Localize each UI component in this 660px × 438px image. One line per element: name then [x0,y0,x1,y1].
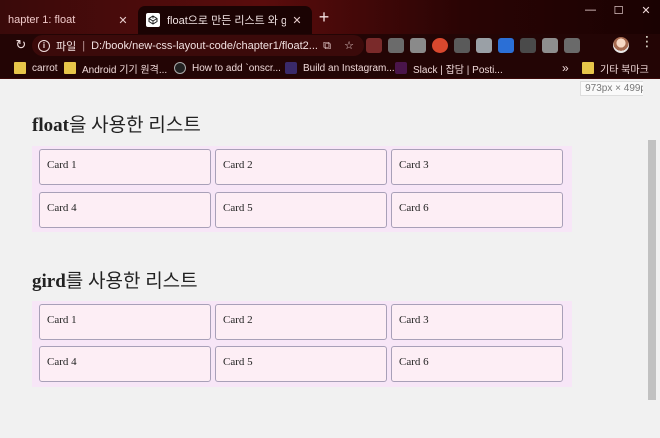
slack-icon [395,62,407,74]
extension-icon[interactable] [454,38,470,53]
extension-icon[interactable] [498,38,514,53]
bookmark-label: carrot [32,62,58,74]
card: Card 4 [39,192,211,228]
grid-list: Card 1 Card 2 Card 3 Card 4 Card 5 Card … [32,301,572,387]
extension-icon[interactable] [542,38,558,53]
card: Card 6 [391,346,563,382]
float-list: Card 1 Card 2 Card 3 Card 4 Card 5 Card … [32,146,572,232]
card: Card 4 [39,346,211,382]
extension-icon[interactable] [432,38,448,53]
heading-keyword: float [32,115,69,136]
extension-icon[interactable] [564,38,580,53]
new-tab-button[interactable]: + [316,8,332,27]
extension-icon[interactable] [366,38,382,53]
window-close-button[interactable]: ✕ [632,0,660,20]
page-viewport: 973px × 499px float을 사용한 리스트 Card 1 Card… [0,80,660,438]
bookmarks-bar: carrot Android 기기 원격... How to add `onsc… [0,57,660,79]
tab-strip: hapter 1: float ✕ float으로 만든 리스트 와 grid로… [0,0,660,34]
close-icon[interactable]: ✕ [116,14,130,27]
card: Card 2 [215,304,387,340]
float-list-heading: float을 사용한 리스트 [32,110,201,137]
card: Card 3 [391,149,563,185]
bookmark-carrot[interactable]: carrot [14,57,58,79]
card: Card 1 [39,149,211,185]
card: Card 3 [391,304,563,340]
address-divider: | [82,39,86,52]
card: Card 5 [215,192,387,228]
codepen-icon [146,13,160,27]
bookmark-slack[interactable]: Slack | 잡담 | Posti... [395,57,503,79]
extension-icon[interactable] [388,38,404,53]
heading-rest: 를 사용한 리스트 [65,271,198,292]
react-icon[interactable] [520,38,536,53]
tab-title: float으로 만든 리스트 와 grid로 [167,15,286,27]
heading-keyword: gird [32,271,66,292]
vue-icon[interactable] [476,38,492,53]
folder-icon [582,62,594,74]
scrollbar-thumb[interactable] [648,140,656,400]
camera-icon[interactable] [410,38,426,53]
card: Card 2 [215,149,387,185]
minimize-button[interactable]: — [577,0,604,20]
bookmark-other[interactable]: 기타 북마크 [582,57,649,79]
heading-rest: 을 사용한 리스트 [68,115,201,136]
github-icon [174,62,186,74]
reload-icon[interactable]: ↻ [13,36,29,54]
translate-icon[interactable]: ⧉ [320,39,334,53]
address-url: D:/book/new-css-layout-code/chapter1/flo… [91,39,318,52]
tab-float-grid[interactable]: float으로 만든 리스트 와 grid로 ✕ [138,6,312,34]
bookmark-label: Slack | 잡담 | Posti... [413,64,503,76]
address-scheme: 파일 [56,40,77,53]
folder-icon [14,62,26,74]
grid-list-heading: gird를 사용한 리스트 [32,266,198,293]
bookmarks-overflow[interactable]: » [562,57,569,79]
bookmark-label: Android 기기 원격... [82,64,168,76]
star-icon[interactable]: ☆ [342,39,356,53]
bookmark-label: 기타 북마크 [600,64,649,76]
bookmark-label: Build an Instagram... [303,62,395,74]
bookmark-android[interactable]: Android 기기 원격... [64,57,167,79]
bookmark-label: How to add `onscr... [192,62,281,74]
maximize-button[interactable]: ☐ [605,0,632,20]
site-icon [285,62,297,74]
address-bar[interactable]: i 파일 | D:/book/new-css-layout-code/chapt… [32,35,364,56]
bookmark-onscroll[interactable]: How to add `onscr... [174,57,281,79]
bookmark-instagram[interactable]: Build an Instagram... [285,57,395,79]
browser-toolbar: ↻ i 파일 | D:/book/new-css-layout-code/cha… [0,34,660,57]
folder-icon [64,62,76,74]
info-icon[interactable]: i [38,39,50,52]
tab-title: hapter 1: float [8,14,76,26]
extensions-bar [366,38,580,54]
close-icon[interactable]: ✕ [290,14,304,27]
tab-chapter1-float[interactable]: hapter 1: float ✕ [0,6,138,34]
profile-avatar[interactable] [613,37,629,53]
card: Card 5 [215,346,387,382]
menu-icon[interactable]: ⋮ [640,34,654,53]
card: Card 6 [391,192,563,228]
card: Card 1 [39,304,211,340]
